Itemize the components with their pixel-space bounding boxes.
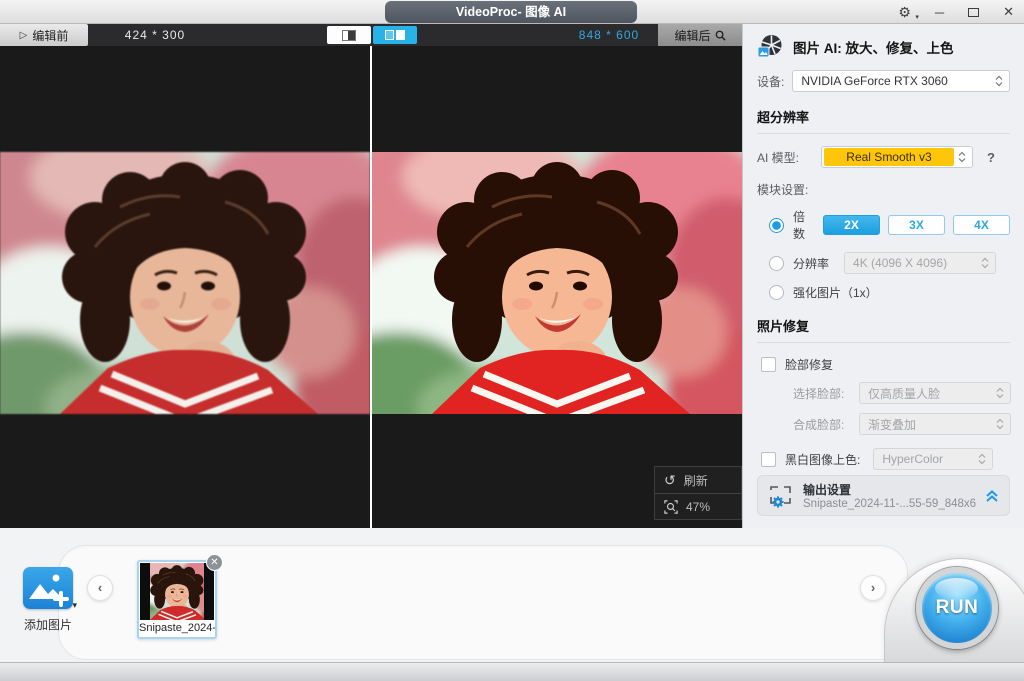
scale-label: 倍数	[793, 208, 808, 242]
after-dimensions: 848 * 600	[558, 24, 660, 46]
run-button[interactable]: RUN	[916, 567, 998, 649]
section-photo-repair: 照片修复	[757, 316, 1010, 343]
status-strip	[0, 662, 1024, 681]
colorize-select[interactable]: HyperColor	[873, 448, 993, 470]
thumbnail-image	[140, 563, 214, 620]
ai-model-label: AI 模型:	[757, 149, 815, 166]
updown-chevron-icon	[978, 453, 986, 465]
updown-chevron-icon	[996, 418, 1004, 430]
colorize-checkbox[interactable]	[761, 452, 776, 467]
settings-gear-icon[interactable]: ⚙▾	[898, 4, 911, 21]
app-window: VideoProc- 图像 AI ⚙▾ ─ ✕ ▷ 编辑前 424 * 300	[0, 0, 1024, 681]
zoom-icon	[664, 500, 678, 514]
colorize-label: 黑白图像上色:	[785, 451, 860, 468]
output-settings-title: 输出设置	[803, 481, 976, 498]
scale-3x-button[interactable]: 3X	[888, 215, 945, 235]
add-image-label: 添加图片	[19, 616, 77, 633]
tab-after-edit[interactable]: 编辑后	[658, 24, 742, 46]
device-value: NVIDIA GeForce RTX 3060	[801, 74, 995, 88]
single-view-button[interactable]	[327, 26, 371, 44]
prev-thumbnails-button[interactable]: ‹	[87, 575, 113, 601]
next-thumbnails-button[interactable]: ›	[860, 575, 886, 601]
maximize-button[interactable]	[968, 8, 979, 17]
close-button[interactable]: ✕	[1003, 4, 1014, 20]
select-face-value: 仅高质量人脸	[868, 385, 996, 402]
titlebar: VideoProc- 图像 AI ⚙▾ ─ ✕	[0, 0, 1024, 24]
enhance-radio[interactable]	[769, 285, 784, 300]
minimize-button[interactable]: ─	[935, 5, 944, 20]
face-repair-checkbox[interactable]	[761, 357, 776, 372]
zoom-control[interactable]: 47%	[655, 493, 741, 519]
resolution-value: 4K (4096 X 4096)	[853, 256, 981, 270]
viewer-toolbar: ▷ 编辑前 424 * 300 848 * 600 编辑后	[0, 24, 742, 46]
window-title: VideoProc- 图像 AI	[385, 1, 637, 23]
scale-2x-button[interactable]: 2X	[823, 215, 880, 235]
enhance-label: 强化图片（1x）	[793, 284, 878, 301]
media-tray: ▾ 添加图片 ‹ Snipaste_2024-1 ✕ › RUN	[0, 528, 1024, 662]
resolution-radio[interactable]	[769, 256, 784, 271]
single-view-icon	[342, 30, 356, 41]
colorize-value: HyperColor	[882, 452, 978, 466]
tab-after-label: 编辑后	[674, 27, 710, 44]
updown-chevron-icon	[958, 151, 966, 163]
refresh-icon: ↺	[664, 473, 676, 487]
blend-face-value: 渐变叠加	[868, 416, 996, 433]
face-repair-label: 脸部修复	[785, 356, 833, 373]
select-face-select[interactable]: 仅高质量人脸	[859, 382, 1011, 404]
blend-face-label: 合成脸部:	[793, 416, 851, 433]
device-label: 设备:	[757, 73, 784, 90]
viewer-overlay: ↺ 刷新 47%	[654, 466, 742, 520]
select-face-label: 选择脸部:	[793, 385, 851, 402]
magnifier-icon	[715, 30, 726, 41]
thumbnail-close-button[interactable]: ✕	[206, 554, 223, 571]
compare-view-button[interactable]	[373, 26, 417, 44]
settings-sidebar: 图片 AI: 放大、修复、上色 设备: NVIDIA GeForce RTX 3…	[742, 24, 1024, 528]
output-settings-card[interactable]: 输出设置 Snipaste_2024-11-...55-59_848x600.p…	[757, 475, 1010, 516]
zoom-level: 47%	[686, 500, 710, 514]
device-select[interactable]: NVIDIA GeForce RTX 3060	[792, 70, 1010, 92]
output-filename: Snipaste_2024-11-...55-59_848x600.png	[803, 498, 976, 510]
compare-view-icon	[385, 30, 394, 40]
resolution-label: 分辨率	[793, 255, 829, 272]
before-image-pane[interactable]	[0, 46, 370, 528]
section-super-resolution: 超分辨率	[757, 107, 1010, 134]
output-settings-icon	[768, 484, 794, 508]
resolution-select[interactable]: 4K (4096 X 4096)	[844, 252, 996, 274]
add-image-caret-icon: ▾	[72, 600, 77, 611]
before-dimensions: 424 * 300	[95, 24, 215, 46]
thumbnail-filename: Snipaste_2024-1	[139, 621, 215, 637]
refresh-control[interactable]: ↺ 刷新	[655, 467, 741, 493]
scale-4x-button[interactable]: 4X	[953, 215, 1010, 235]
tab-before-edit[interactable]: ▷ 编辑前	[0, 24, 88, 46]
model-help-button[interactable]: ?	[987, 150, 995, 165]
scale-radio[interactable]	[769, 218, 784, 233]
add-image-button[interactable]: ▾	[23, 567, 73, 609]
ai-model-value: Real Smooth v3	[824, 148, 954, 166]
tab-before-label: 编辑前	[32, 27, 68, 44]
play-icon: ▷	[20, 30, 28, 41]
after-image	[372, 152, 742, 414]
collapse-chevrons-icon[interactable]	[985, 489, 999, 503]
blend-face-select[interactable]: 渐变叠加	[859, 413, 1011, 435]
ai-model-select[interactable]: Real Smooth v3	[821, 146, 973, 168]
after-image-pane[interactable]	[372, 46, 742, 528]
thumbnail-card[interactable]: Snipaste_2024-1 ✕	[137, 560, 217, 639]
sidebar-title: 图片 AI: 放大、修复、上色	[793, 37, 954, 57]
image-viewer: ▷ 编辑前 424 * 300 848 * 600 编辑后	[0, 24, 742, 528]
gear-caret-icon: ▾	[915, 13, 919, 21]
view-mode-toggle	[327, 26, 417, 44]
updown-chevron-icon	[981, 257, 989, 269]
add-image-icon	[23, 567, 73, 609]
refresh-label: 刷新	[684, 472, 708, 489]
updown-chevron-icon	[996, 387, 1004, 399]
image-ai-icon	[757, 34, 784, 59]
updown-chevron-icon	[995, 75, 1003, 87]
module-settings-label: 模块设置:	[757, 181, 1010, 198]
before-image	[0, 152, 370, 414]
